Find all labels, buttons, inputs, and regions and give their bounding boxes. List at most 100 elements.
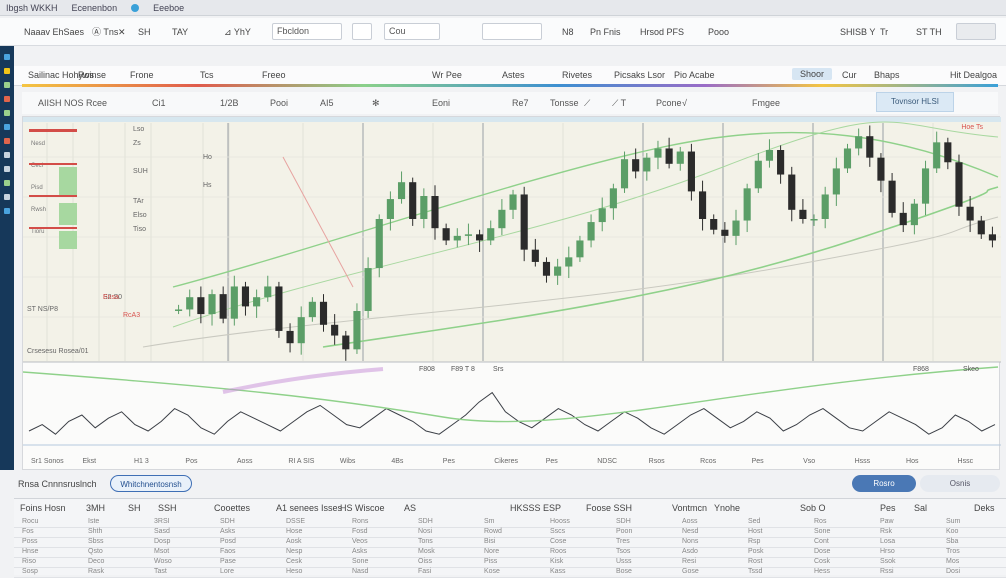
- chart-toolbar-item[interactable]: Pcone: [656, 98, 682, 108]
- draw-line-icon[interactable]: ⟋ T: [612, 98, 626, 109]
- toolbar-item[interactable]: ⊿ YhY: [224, 25, 251, 39]
- table-cell: Pase: [220, 558, 236, 565]
- tab-item[interactable]: Bhaps: [874, 70, 900, 80]
- table-header-cell[interactable]: SH: [128, 503, 141, 513]
- title-menu-1[interactable]: Ecenenbon: [72, 3, 118, 13]
- toolbar-item[interactable]: Pn Fnis: [590, 25, 621, 39]
- chart-toolbar-item[interactable]: Fmgee: [752, 98, 780, 108]
- candle-body: [186, 297, 194, 310]
- tab-item[interactable]: Freeo: [262, 70, 286, 80]
- table-header-cell[interactable]: Sob O: [800, 503, 826, 513]
- price-chart[interactable]: Hoe TsLsoZsHoSUHHsTArElsoTisoST NS/P8S2 …: [22, 117, 1001, 471]
- table-cell: Dosi: [946, 568, 961, 575]
- table-header-cell[interactable]: HS Wiscoe: [340, 503, 385, 513]
- table-header-cell[interactable]: Ynohe: [714, 503, 740, 513]
- chart-toolbar-item[interactable]: Pooi: [270, 98, 288, 108]
- table-header-cell[interactable]: Foins Hosn: [20, 503, 66, 513]
- table-header-cell[interactable]: Foose SSH: [586, 503, 632, 513]
- nav-icon[interactable]: [4, 96, 10, 102]
- tab-item[interactable]: Roinse: [78, 70, 106, 80]
- window-controls[interactable]: [956, 23, 996, 40]
- tab-item[interactable]: Tcs: [200, 70, 214, 80]
- nav-icon[interactable]: [4, 124, 10, 130]
- account-pill[interactable]: Whitchnentosnsh: [110, 475, 192, 492]
- toolbar-item[interactable]: TAY: [172, 25, 188, 39]
- candle-body: [308, 301, 316, 318]
- toolbar-item[interactable]: Naaav EhSaes: [24, 25, 84, 39]
- toolbar-field[interactable]: [482, 23, 542, 40]
- tab-item[interactable]: Cur: [842, 70, 857, 80]
- chart-toolbar-item[interactable]: AI5: [320, 98, 334, 108]
- draw-line-icon[interactable]: ⟋: [584, 98, 590, 109]
- top-right-label: Hoe Ts: [961, 124, 983, 131]
- toolbar-item[interactable]: Hrsod PFS: [640, 25, 684, 39]
- search-input[interactable]: Fbcldon: [272, 23, 342, 40]
- tab-item[interactable]: Rivetes: [562, 70, 592, 80]
- price-pane-header: [23, 117, 1001, 122]
- table-cell: Bose: [616, 568, 632, 575]
- chart-toolbar-item[interactable]: Eoni: [432, 98, 450, 108]
- toolbar-item[interactable]: ST TH: [916, 25, 942, 39]
- tab-item[interactable]: Pio Acabe: [674, 70, 715, 80]
- check-icon[interactable]: √: [682, 98, 687, 108]
- star-icon[interactable]: ✻: [372, 98, 380, 109]
- chart-toolbar-item[interactable]: 1/2B: [220, 98, 239, 108]
- candle-body: [944, 142, 952, 163]
- toolbar-item[interactable]: Pooo: [708, 25, 729, 39]
- tab-item[interactable]: Frone: [130, 70, 154, 80]
- table-cell: Heso: [286, 568, 303, 575]
- tab-item[interactable]: Picsaks Lsor: [614, 70, 665, 80]
- table-header-cell[interactable]: Vontmcn: [672, 503, 707, 513]
- chart-panel[interactable]: Hoe Ts Lso Zs Ho SUH Hs TAr Elso Tiso ST NS/P8 S2 …: [22, 116, 1001, 471]
- title-menu-2[interactable]: Eeeboe: [153, 3, 184, 13]
- submit-button[interactable]: Rosro: [852, 475, 916, 492]
- table-header-cell[interactable]: Deks: [974, 503, 995, 513]
- nav-icon[interactable]: [4, 180, 10, 186]
- tab-item[interactable]: Wr Pee: [432, 70, 462, 80]
- nav-icon[interactable]: [4, 152, 10, 158]
- toolbar-item[interactable]: SHISB Y: [840, 25, 875, 39]
- chart-side-label: Tiso: [133, 226, 146, 233]
- secondary-button[interactable]: Osnis: [920, 475, 1000, 492]
- close-icon[interactable]: ✕: [118, 25, 126, 39]
- nav-icon[interactable]: [4, 54, 10, 60]
- nav-icon[interactable]: [4, 68, 10, 74]
- table-header-cell[interactable]: Pes: [880, 503, 896, 513]
- x-tick-label: Aoss: [237, 458, 253, 465]
- candle-body: [464, 234, 473, 236]
- tab-active[interactable]: Shoor: [792, 68, 833, 80]
- chart-toolbar-item[interactable]: Re7: [512, 98, 529, 108]
- table-header-cell[interactable]: Cooettes: [214, 503, 250, 513]
- table-header-cell[interactable]: Sal: [914, 503, 927, 513]
- table-row[interactable]: Sosp Rask Tast Lore Heso Nasd Fasi Kose Kass Bose…: [14, 567, 1006, 578]
- nav-icon[interactable]: [4, 110, 10, 116]
- toolbar-item[interactable]: Ⓐ Tns: [92, 25, 118, 39]
- nav-icon[interactable]: [4, 194, 10, 200]
- table-header-cell[interactable]: AS: [404, 503, 416, 513]
- table-header-cell[interactable]: A1 senees Isses: [276, 503, 342, 513]
- candle-body: [208, 294, 216, 315]
- candle-body: [253, 297, 261, 307]
- nav-icon[interactable]: [4, 166, 10, 172]
- nav-icon[interactable]: [4, 138, 10, 144]
- table-cell: Sm: [484, 518, 495, 525]
- toolbar-field[interactable]: [352, 23, 372, 40]
- tab-item[interactable]: Hit Dealgoa: [950, 70, 997, 80]
- tab-item[interactable]: Astes: [502, 70, 525, 80]
- candle-body: [866, 136, 874, 158]
- timeframe-button[interactable]: Tovnsor HLSI: [876, 92, 954, 112]
- toolbar-select[interactable]: Cou: [384, 23, 440, 40]
- chart-toolbar-item[interactable]: Tonsse: [550, 98, 579, 108]
- table-header-cell[interactable]: HKSSS ESP: [510, 503, 561, 513]
- toolbar-item[interactable]: N8: [562, 25, 574, 39]
- toolbar-item[interactable]: SH: [138, 25, 151, 39]
- chart-toolbar-item[interactable]: Ci1: [152, 98, 166, 108]
- table-header-cell[interactable]: 3MH: [86, 503, 105, 513]
- toolbar-item[interactable]: Tr: [880, 25, 888, 39]
- candle-body: [743, 188, 751, 221]
- table-header-cell[interactable]: SSH: [158, 503, 177, 513]
- nav-icon[interactable]: [4, 208, 10, 214]
- nav-icon[interactable]: [4, 82, 10, 88]
- chart-toolbar-item[interactable]: AIISH NOS Rcee: [38, 98, 107, 108]
- table-cell: Sosp: [22, 568, 38, 575]
